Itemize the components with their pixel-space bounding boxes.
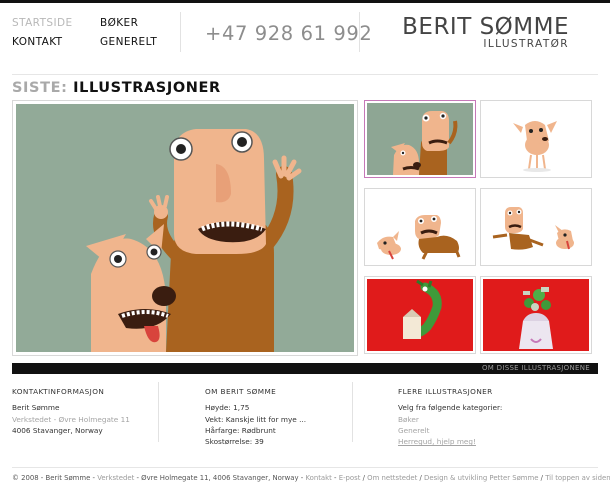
dog-thumb-icon — [513, 121, 557, 172]
about-heading: OM BERIT SØMME — [205, 387, 277, 396]
about-shoe-size: Skostørrelse: 39 — [205, 437, 264, 447]
top-bar — [0, 0, 610, 3]
phone-number: +47 928 61 992 — [205, 22, 373, 45]
contact-address-link[interactable]: Verkstedet - Øvre Holmegate 11 — [12, 414, 130, 425]
more-illustrations: FLERE ILLUSTRASJONER Velg fra følgende k… — [398, 386, 502, 447]
thumb-canvas — [483, 279, 589, 351]
chasing-thumb-icon — [492, 207, 574, 250]
footer-contact-link[interactable]: Kontakt — [305, 474, 331, 482]
footer-about-site-link[interactable]: Om nettstedet — [367, 474, 417, 482]
footer-divider — [352, 382, 353, 442]
thumb-canvas — [367, 191, 473, 263]
nav-generelt[interactable]: GENERELT — [100, 33, 157, 52]
main-illustration — [12, 100, 358, 356]
page-footer: © 2008 - Berit Sømme - Verkstedet - Øvre… — [12, 474, 610, 482]
thumb-canvas — [483, 103, 589, 175]
contact-heading: KONTAKTINFORMASJON — [12, 387, 105, 396]
category-link-generelt[interactable]: Generelt — [398, 425, 502, 436]
nav-kontakt[interactable]: KONTAKT — [12, 33, 72, 52]
footer-design-link[interactable]: Design & utvikling Petter Sømme — [424, 474, 538, 482]
about-weight: Vekt: Kanskje litt for mye ... — [205, 414, 307, 424]
page-title-prefix: SISTE: — [12, 80, 68, 96]
main-illustration-canvas — [16, 104, 354, 352]
page-title: SISTE: ILLUSTRASJONER — [12, 80, 221, 96]
running-thumb-icon — [377, 215, 461, 260]
footer-rule — [12, 467, 598, 468]
logo-name: BERIT SØMME — [402, 14, 569, 40]
thumb-money-bag[interactable] — [480, 276, 592, 354]
thumb-dog[interactable] — [480, 100, 592, 178]
footer-divider — [158, 382, 159, 442]
contact-name: Berit Sømme — [12, 403, 60, 413]
help-link[interactable]: Herregud, hjelp meg! — [398, 436, 502, 447]
thumb-man-and-dog[interactable] — [364, 100, 476, 178]
more-heading: FLERE ILLUSTRASJONER — [398, 387, 493, 396]
about-height: Høyde: 1,75 — [205, 403, 250, 413]
footer-address-link[interactable]: Verkstedet — [97, 474, 134, 482]
page-title-main: ILLUSTRASJONER — [73, 80, 221, 96]
header-divider — [359, 12, 360, 52]
site-logo[interactable]: BERIT SØMME ILLUSTRATØR — [402, 14, 569, 50]
money-bag-thumb-icon — [483, 279, 589, 351]
nav-boker[interactable]: BØKER — [100, 14, 157, 33]
footer-sep: - — [331, 474, 339, 482]
gallery-info-bar: OM DISSE ILLUSTRASJONENE — [12, 363, 598, 374]
thumb-man-and-dog-running[interactable] — [364, 188, 476, 266]
man-and-dog-thumb-icon — [391, 111, 458, 175]
contact-city: 4006 Stavanger, Norway — [12, 425, 103, 435]
thumb-canvas — [367, 103, 473, 175]
footer-copyright: © 2008 - Berit Sømme - — [12, 474, 98, 482]
header-divider — [180, 12, 181, 52]
footer-address-text: - Øvre Holmegate 11, 4006 Stavanger, Nor… — [134, 474, 306, 482]
footer-top-link[interactable]: Til toppen av siden — [545, 474, 610, 482]
about-illustrations-link[interactable]: OM DISSE ILLUSTRASJONENE — [482, 363, 590, 374]
contact-info: KONTAKTINFORMASJON Berit Sømme Verkstede… — [12, 386, 130, 436]
thumb-man-chasing-dog[interactable] — [480, 188, 592, 266]
more-intro: Velg fra følgende kategorier: — [398, 403, 503, 413]
header-rule — [12, 74, 598, 75]
man-and-dog-illustration — [16, 104, 354, 352]
thumb-canvas — [483, 191, 589, 263]
about-hair: Hårfarge: Rødbrunt — [205, 425, 276, 435]
crocodile-thumb-icon — [367, 279, 473, 351]
footer-email-link[interactable]: E-post — [339, 474, 361, 482]
category-link-boker[interactable]: Bøker — [398, 414, 502, 425]
about-berit: OM BERIT SØMME Høyde: 1,75 Vekt: Kanskje… — [205, 386, 306, 447]
main-nav-secondary: BØKER GENERELT — [100, 14, 157, 52]
main-nav-primary: STARTSIDE KONTAKT — [12, 14, 72, 52]
nav-startside[interactable]: STARTSIDE — [12, 14, 72, 33]
thumb-canvas — [367, 279, 473, 351]
thumb-crocodile[interactable] — [364, 276, 476, 354]
